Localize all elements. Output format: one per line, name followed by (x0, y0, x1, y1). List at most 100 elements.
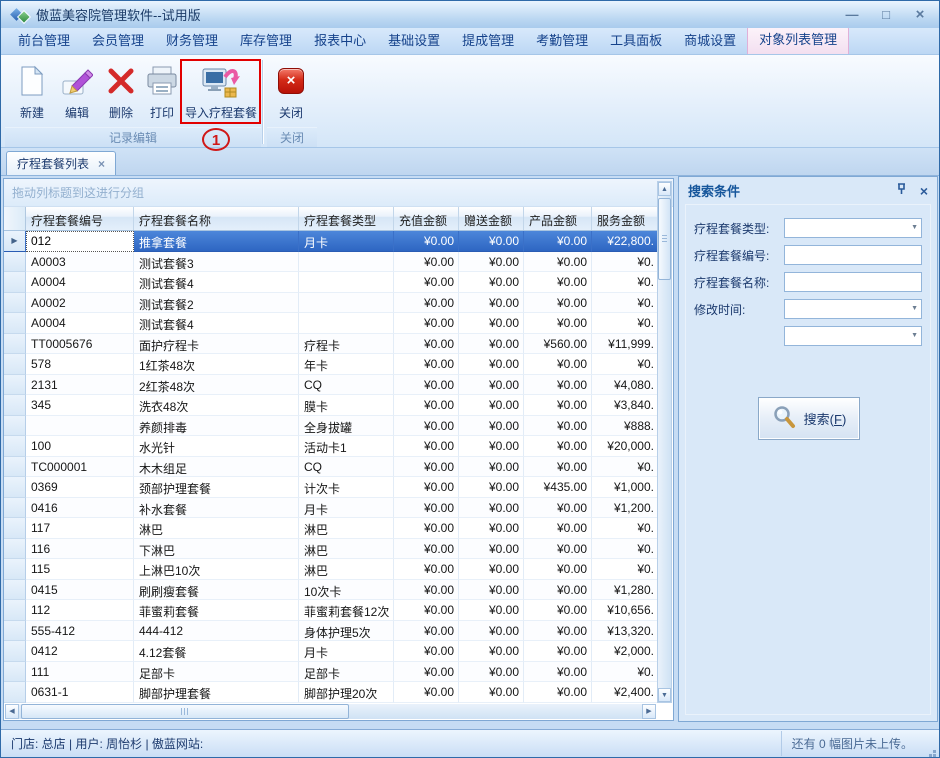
cell[interactable]: ¥13,320. (592, 621, 659, 642)
column-header[interactable]: 赠送金额 (459, 207, 524, 230)
cell[interactable]: 测试套餐4 (134, 272, 299, 293)
cell[interactable] (299, 272, 394, 293)
cell[interactable]: 脚部护理套餐 (134, 682, 299, 703)
cell[interactable]: ¥0.00 (459, 457, 524, 478)
cell[interactable]: 444-412 (134, 621, 299, 642)
cell[interactable] (26, 416, 134, 437)
cell[interactable]: ¥0.00 (459, 662, 524, 683)
cell[interactable]: ¥3,840. (592, 395, 659, 416)
cell[interactable]: ¥0.00 (459, 354, 524, 375)
cell[interactable]: A0002 (26, 293, 134, 314)
tab-close-icon[interactable]: × (98, 157, 105, 171)
cell[interactable]: ¥0.00 (459, 621, 524, 642)
cell[interactable]: ¥0.00 (459, 518, 524, 539)
cell[interactable]: ¥0.00 (459, 559, 524, 580)
cell[interactable]: ¥0.00 (524, 231, 592, 252)
row-indicator[interactable] (4, 518, 26, 539)
search-button[interactable]: 搜索(F) (758, 397, 860, 440)
cell[interactable]: 111 (26, 662, 134, 683)
row-indicator[interactable] (4, 416, 26, 437)
delete-button[interactable]: 删除 (100, 60, 142, 123)
cell[interactable]: ¥0.00 (394, 252, 459, 273)
table-row[interactable]: 116下淋巴淋巴¥0.00¥0.00¥0.00¥0. (4, 539, 659, 560)
cell[interactable]: 脚部护理20次 (299, 682, 394, 703)
close-tab-button[interactable]: × 关闭 (269, 60, 313, 123)
dropdown-arrow-icon[interactable]: ▼ (911, 332, 918, 339)
cell[interactable]: ¥0.00 (394, 498, 459, 519)
cell[interactable]: ¥0.00 (394, 395, 459, 416)
cell[interactable]: ¥22,800. (592, 231, 659, 252)
table-row[interactable]: 345洗衣48次膜卡¥0.00¥0.00¥0.00¥3,840. (4, 395, 659, 416)
cell[interactable]: 0631-1 (26, 682, 134, 703)
menu-tab-7[interactable]: 提成管理 (451, 28, 525, 54)
row-indicator[interactable] (4, 375, 26, 396)
cell[interactable] (299, 313, 394, 334)
table-row[interactable]: A0004测试套餐4¥0.00¥0.00¥0.00¥0. (4, 313, 659, 334)
cell[interactable]: TC000001 (26, 457, 134, 478)
scroll-left-icon[interactable]: ◀ (5, 704, 19, 719)
vertical-scrollbar[interactable]: ▲ ▼ (657, 181, 672, 703)
horizontal-scrollbar[interactable]: ◀ ▶ (5, 704, 656, 719)
new-button[interactable]: 新建 (11, 60, 53, 123)
row-indicator[interactable] (4, 252, 26, 273)
cell[interactable]: A0004 (26, 272, 134, 293)
cell[interactable]: 木木组足 (134, 457, 299, 478)
cell[interactable]: 月卡 (299, 231, 394, 252)
cell[interactable]: 10次卡 (299, 580, 394, 601)
cell[interactable]: ¥0. (592, 272, 659, 293)
cell[interactable]: ¥0.00 (394, 580, 459, 601)
cell[interactable]: ¥0.00 (394, 457, 459, 478)
table-row[interactable]: 115上淋巴10次淋巴¥0.00¥0.00¥0.00¥0. (4, 559, 659, 580)
cell[interactable]: ¥0.00 (459, 313, 524, 334)
cell[interactable]: ¥0.00 (394, 334, 459, 355)
cell[interactable]: 刷刷瘦套餐 (134, 580, 299, 601)
cell[interactable]: ¥0.00 (394, 293, 459, 314)
maximize-button[interactable]: □ (877, 7, 895, 22)
cell[interactable]: 足部卡 (134, 662, 299, 683)
cell[interactable]: ¥0.00 (524, 662, 592, 683)
cell[interactable]: 测试套餐3 (134, 252, 299, 273)
cell[interactable]: ¥0.00 (394, 231, 459, 252)
cell[interactable]: ¥0.00 (459, 334, 524, 355)
cell[interactable]: A0003 (26, 252, 134, 273)
tab-course-package-list[interactable]: 疗程套餐列表 × (6, 151, 116, 175)
cell[interactable]: ¥0.00 (394, 375, 459, 396)
dropdown-arrow-icon[interactable]: ▼ (911, 305, 918, 312)
cell[interactable]: ¥0.00 (459, 231, 524, 252)
menu-tab-1[interactable]: 前台管理 (7, 28, 81, 54)
cell[interactable]: ¥0.00 (459, 498, 524, 519)
print-button[interactable]: 打印 (142, 60, 182, 123)
row-indicator[interactable] (4, 682, 26, 703)
row-indicator[interactable] (4, 580, 26, 601)
cell[interactable]: CQ (299, 375, 394, 396)
cell[interactable]: ¥0.00 (459, 682, 524, 703)
row-indicator[interactable] (4, 662, 26, 683)
cell[interactable]: ¥0.00 (524, 498, 592, 519)
cell[interactable]: ¥0.00 (524, 416, 592, 437)
menu-tab-3[interactable]: 财务管理 (155, 28, 229, 54)
cell[interactable]: 4.12套餐 (134, 641, 299, 662)
cell[interactable]: ¥0.00 (459, 436, 524, 457)
cell[interactable]: ¥0. (592, 518, 659, 539)
table-row[interactable]: 555-412444-412身体护理5次¥0.00¥0.00¥0.00¥13,3… (4, 621, 659, 642)
table-row[interactable]: 112菲蜜莉套餐菲蜜莉套餐12次¥0.00¥0.00¥0.00¥10,656. (4, 600, 659, 621)
table-row[interactable]: A0002测试套餐2¥0.00¥0.00¥0.00¥0. (4, 293, 659, 314)
scroll-up-icon[interactable]: ▲ (658, 182, 671, 196)
cell[interactable]: ¥0.00 (394, 539, 459, 560)
cell[interactable]: ¥10,656. (592, 600, 659, 621)
cell[interactable]: ¥0. (592, 457, 659, 478)
table-row[interactable]: 0631-1脚部护理套餐脚部护理20次¥0.00¥0.00¥0.00¥2,400… (4, 682, 659, 703)
table-row[interactable]: 0369颈部护理套餐计次卡¥0.00¥0.00¥435.00¥1,000. (4, 477, 659, 498)
row-indicator[interactable] (4, 334, 26, 355)
cell[interactable]: 菲蜜莉套餐 (134, 600, 299, 621)
cell[interactable]: ¥0.00 (459, 375, 524, 396)
cell[interactable]: ¥0.00 (524, 600, 592, 621)
table-row[interactable]: 5781红茶48次年卡¥0.00¥0.00¥0.00¥0. (4, 354, 659, 375)
menu-tab-9[interactable]: 工具面板 (599, 28, 673, 54)
column-header[interactable]: 疗程套餐编号 (26, 207, 134, 230)
cell[interactable]: ¥0.00 (394, 436, 459, 457)
cell[interactable]: ¥0.00 (524, 682, 592, 703)
table-row[interactable]: A0004测试套餐4¥0.00¥0.00¥0.00¥0. (4, 272, 659, 293)
scroll-right-icon[interactable]: ▶ (642, 704, 656, 719)
cell[interactable]: ¥0.00 (524, 621, 592, 642)
